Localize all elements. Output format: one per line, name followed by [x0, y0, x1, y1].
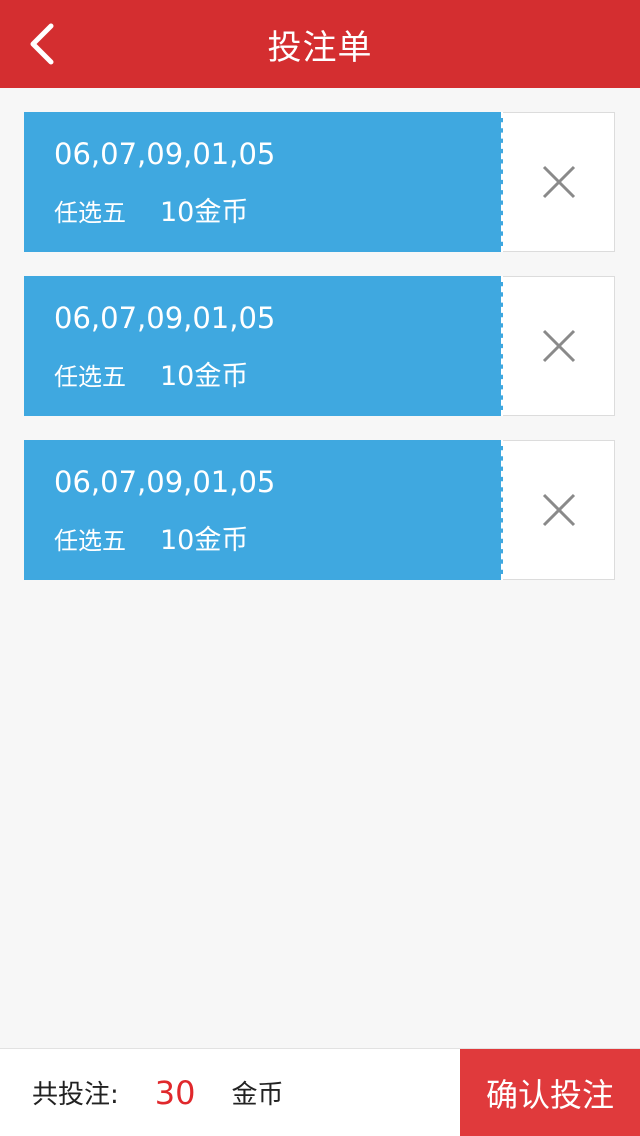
ticket-card: 06,07,09,01,05 任选五 10金币: [24, 440, 615, 580]
ticket-play-type: 任选五: [54, 527, 126, 555]
ticket-info: 06,07,09,01,05 任选五 10金币: [24, 276, 503, 416]
page-title: 投注单: [267, 27, 373, 68]
ticket-numbers: 06,07,09,01,05: [54, 137, 276, 171]
ticket-play-type: 任选五: [54, 199, 126, 227]
bet-footer: 共投注: 30 金币 确认投注: [0, 1048, 640, 1136]
ticket-amount: 10金币: [160, 361, 249, 392]
total-unit: 金币: [231, 1080, 284, 1110]
chevron-left-icon: [30, 23, 54, 65]
back-button[interactable]: [16, 18, 68, 70]
ticket-list: 06,07,09,01,05 任选五 10金币 06,07,09,01,05 任…: [24, 112, 615, 604]
ticket-meta: 任选五 10金币: [54, 354, 501, 393]
bet-summary: 共投注: 30 金币: [0, 1049, 460, 1136]
total-value: 30: [154, 1073, 196, 1112]
ticket-amount: 10金币: [160, 525, 249, 556]
confirm-bet-button[interactable]: 确认投注: [460, 1049, 640, 1136]
ticket-numbers: 06,07,09,01,05: [54, 301, 276, 335]
delete-ticket-button[interactable]: [503, 440, 615, 580]
ticket-amount: 10金币: [160, 197, 249, 228]
ticket-play-type: 任选五: [54, 363, 126, 391]
close-icon: [542, 329, 575, 363]
ticket-numbers: 06,07,09,01,05: [54, 465, 276, 499]
ticket-card: 06,07,09,01,05 任选五 10金币: [24, 112, 615, 252]
delete-ticket-button[interactable]: [503, 276, 615, 416]
ticket-card: 06,07,09,01,05 任选五 10金币: [24, 276, 615, 416]
delete-ticket-button[interactable]: [503, 112, 615, 252]
ticket-meta: 任选五 10金币: [54, 518, 501, 557]
close-icon: [542, 165, 575, 199]
close-icon: [542, 493, 575, 527]
total-label: 共投注:: [32, 1080, 119, 1110]
ticket-info: 06,07,09,01,05 任选五 10金币: [24, 440, 503, 580]
ticket-info: 06,07,09,01,05 任选五 10金币: [24, 112, 503, 252]
ticket-meta: 任选五 10金币: [54, 190, 501, 229]
app-header: 投注单: [0, 0, 640, 88]
